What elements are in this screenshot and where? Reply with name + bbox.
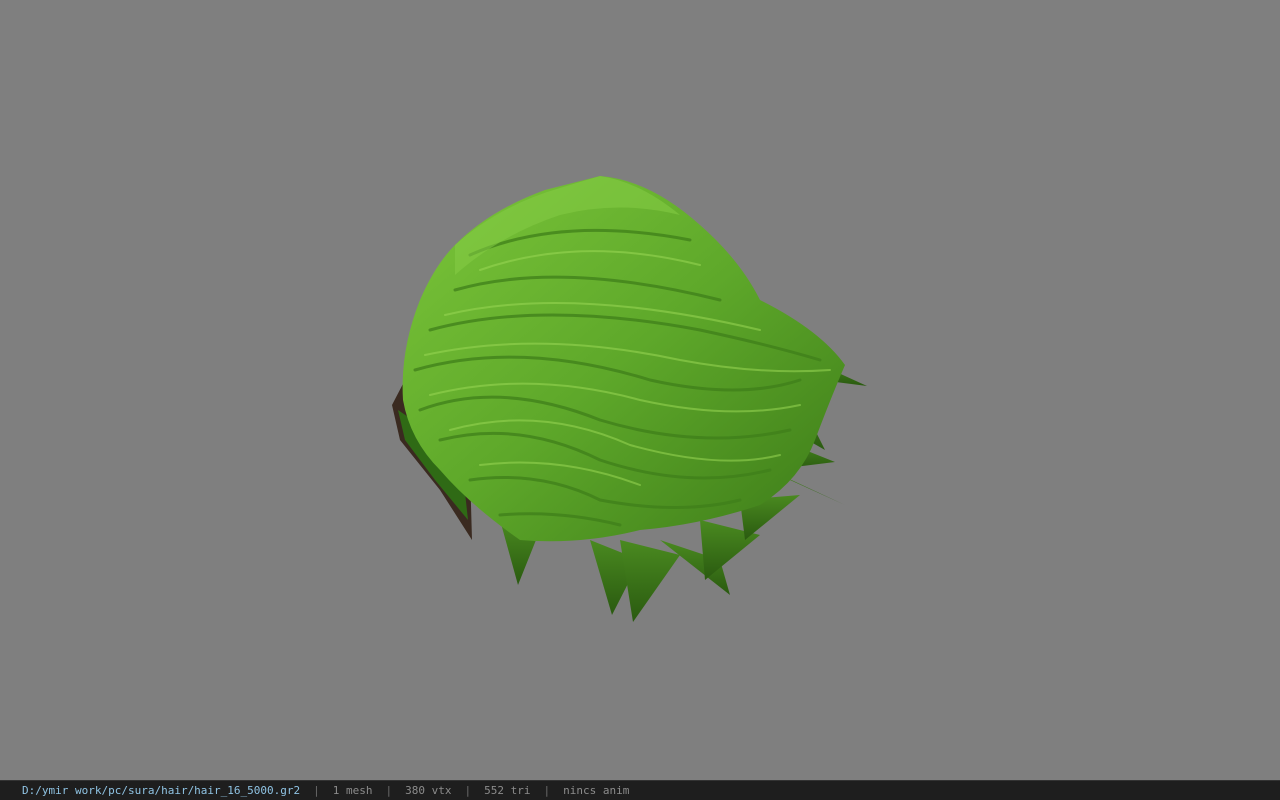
status-bar: D:/ymir work/pc/sura/hair/hair_16_5000.g… bbox=[0, 780, 1280, 800]
separator: | bbox=[313, 784, 320, 797]
separator: | bbox=[543, 784, 551, 797]
hair-model bbox=[392, 176, 867, 622]
separator: | bbox=[464, 784, 472, 797]
vertex-count: 380 vtx bbox=[405, 784, 452, 797]
file-path: D:/ymir work/pc/sura/hair/hair_16_5000.g… bbox=[22, 784, 301, 797]
anim-info: nincs anim bbox=[563, 784, 630, 797]
mesh-count: 1 mesh bbox=[332, 784, 373, 797]
triangle-count: 552 tri bbox=[484, 784, 531, 797]
separator: | bbox=[385, 784, 393, 797]
3d-viewport[interactable] bbox=[0, 0, 1280, 780]
